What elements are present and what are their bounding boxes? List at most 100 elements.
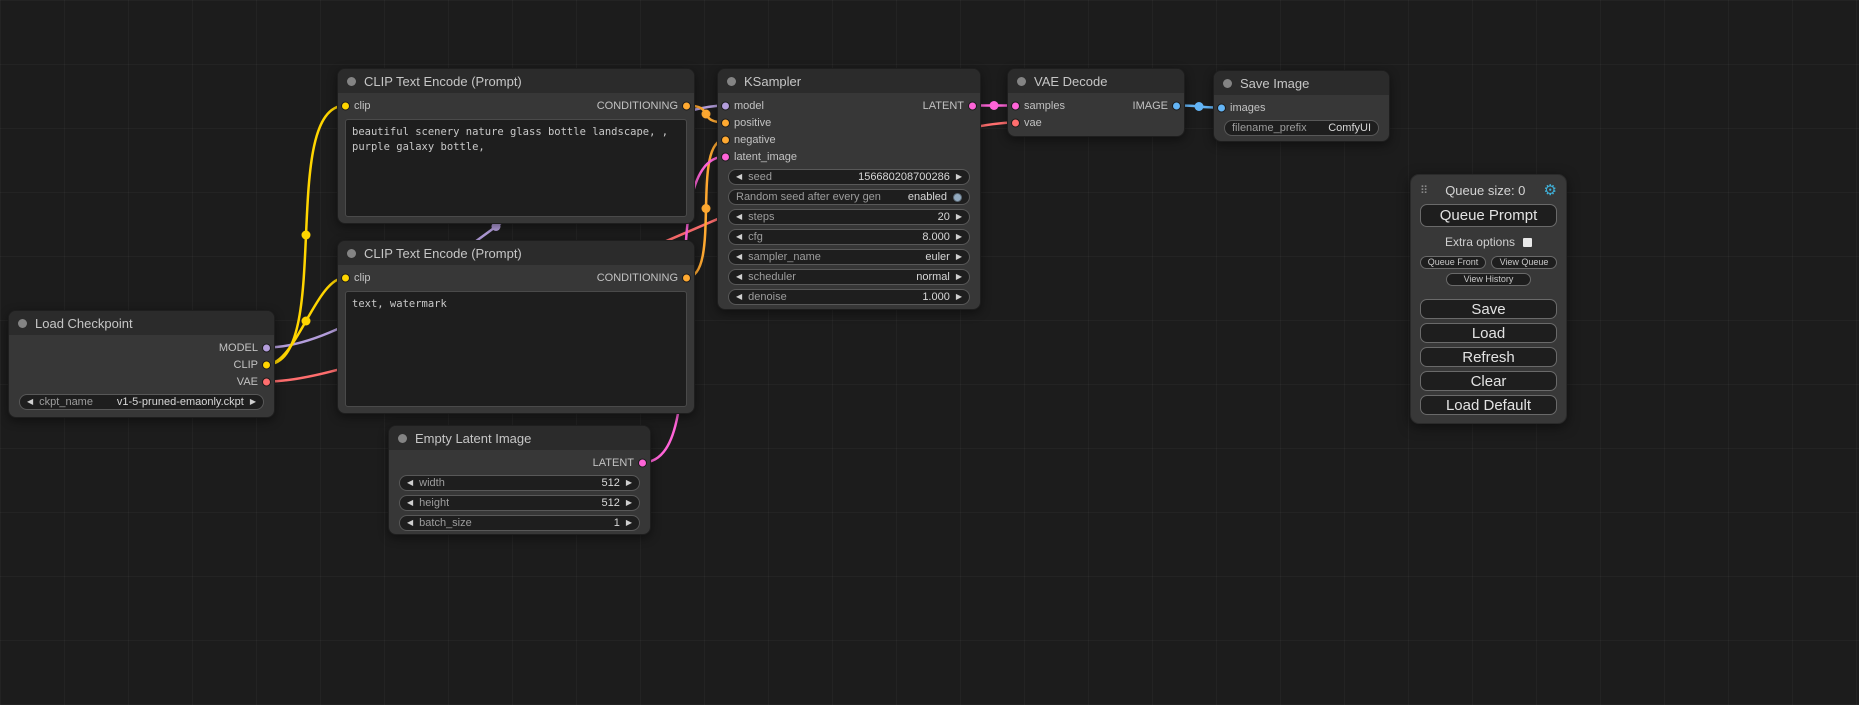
widget-random-seed[interactable]: Random seed after every gen enabled <box>728 189 970 205</box>
input-port-images[interactable] <box>1217 103 1226 112</box>
widget-steps[interactable]: ◀ steps 20 ▶ <box>728 209 970 225</box>
queue-prompt-button[interactable]: Queue Prompt <box>1420 204 1557 227</box>
widget-scheduler[interactable]: ◀ scheduler normal ▶ <box>728 269 970 285</box>
node-canvas[interactable]: Load Checkpoint MODEL CLIP VAE ◀ ckpt_na… <box>0 0 1859 705</box>
port-row: model LATENT <box>718 97 980 114</box>
left-arrow-icon[interactable]: ◀ <box>736 213 742 221</box>
queue-panel-header: ⠿ Queue size: 0 ⚙ <box>1420 181 1557 199</box>
output-port-latent[interactable] <box>638 458 647 467</box>
right-arrow-icon[interactable]: ▶ <box>956 213 962 221</box>
widget-filename-prefix[interactable]: filename_prefix ComfyUI <box>1224 120 1379 136</box>
right-arrow-icon[interactable]: ▶ <box>626 499 632 507</box>
widget-seed[interactable]: ◀ seed 156680208700286 ▶ <box>728 169 970 185</box>
node-title-bar[interactable]: CLIP Text Encode (Prompt) <box>338 241 694 265</box>
collapse-toggle-icon[interactable] <box>398 434 407 443</box>
node-title-bar[interactable]: KSampler <box>718 69 980 93</box>
input-port-clip[interactable] <box>341 273 350 282</box>
right-arrow-icon[interactable]: ▶ <box>956 273 962 281</box>
output-port-image[interactable] <box>1172 101 1181 110</box>
input-port-latent-image[interactable] <box>721 152 730 161</box>
widget-name: filename_prefix <box>1232 122 1307 134</box>
right-arrow-icon[interactable]: ▶ <box>956 233 962 241</box>
collapse-toggle-icon[interactable] <box>347 77 356 86</box>
widget-ckpt-name[interactable]: ◀ ckpt_name v1-5-pruned-emaonly.ckpt ▶ <box>19 394 264 410</box>
widget-value: ComfyUI <box>1328 122 1371 134</box>
input-port-positive[interactable] <box>721 118 730 127</box>
queue-front-button[interactable]: Queue Front <box>1420 256 1486 269</box>
left-arrow-icon[interactable]: ◀ <box>27 398 33 406</box>
right-arrow-icon[interactable]: ▶ <box>956 293 962 301</box>
widget-height[interactable]: ◀ height 512 ▶ <box>399 495 640 511</box>
view-history-button[interactable]: View History <box>1446 273 1531 286</box>
widget-sampler-name[interactable]: ◀ sampler_name euler ▶ <box>728 249 970 265</box>
port-row: samples IMAGE <box>1008 97 1184 114</box>
left-arrow-icon[interactable]: ◀ <box>736 233 742 241</box>
clear-button[interactable]: Clear <box>1420 371 1557 391</box>
left-arrow-icon[interactable]: ◀ <box>736 293 742 301</box>
left-arrow-icon[interactable]: ◀ <box>736 173 742 181</box>
widget-batch-size[interactable]: ◀ batch_size 1 ▶ <box>399 515 640 531</box>
load-default-button[interactable]: Load Default <box>1420 395 1557 415</box>
right-arrow-icon[interactable]: ▶ <box>250 398 256 406</box>
queue-buttons-row: Queue Front View Queue <box>1420 256 1557 269</box>
node-title: VAE Decode <box>1034 74 1107 89</box>
extra-options-label: Extra options <box>1445 235 1515 249</box>
widget-name: height <box>419 497 449 509</box>
input-label-clip: clip <box>354 272 371 284</box>
extra-options-checkbox[interactable] <box>1523 238 1532 247</box>
left-arrow-icon[interactable]: ◀ <box>407 499 413 507</box>
toggle-dot-icon[interactable] <box>953 193 962 202</box>
widget-width[interactable]: ◀ width 512 ▶ <box>399 475 640 491</box>
right-arrow-icon[interactable]: ▶ <box>626 519 632 527</box>
input-port-samples[interactable] <box>1011 101 1020 110</box>
output-port-conditioning[interactable] <box>682 273 691 282</box>
output-port-model[interactable] <box>262 343 271 352</box>
node-empty-latent-image[interactable]: Empty Latent Image LATENT ◀ width 512 ▶ … <box>388 425 651 535</box>
output-label-vae: VAE <box>237 376 258 388</box>
left-arrow-icon[interactable]: ◀ <box>407 479 413 487</box>
node-ksampler[interactable]: KSampler model LATENT positive negative … <box>717 68 981 310</box>
left-arrow-icon[interactable]: ◀ <box>407 519 413 527</box>
output-port-latent[interactable] <box>968 101 977 110</box>
save-button[interactable]: Save <box>1420 299 1557 319</box>
input-port-clip[interactable] <box>341 101 350 110</box>
node-clip-text-encode-positive[interactable]: CLIP Text Encode (Prompt) clip CONDITION… <box>337 68 695 224</box>
node-title-bar[interactable]: Empty Latent Image <box>389 426 650 450</box>
left-arrow-icon[interactable]: ◀ <box>736 273 742 281</box>
output-port-conditioning[interactable] <box>682 101 691 110</box>
right-arrow-icon[interactable]: ▶ <box>956 253 962 261</box>
collapse-toggle-icon[interactable] <box>1223 79 1232 88</box>
output-port-vae[interactable] <box>262 377 271 386</box>
input-port-negative[interactable] <box>721 135 730 144</box>
port-row: clip CONDITIONING <box>338 269 694 286</box>
collapse-toggle-icon[interactable] <box>1017 77 1026 86</box>
right-arrow-icon[interactable]: ▶ <box>956 173 962 181</box>
collapse-toggle-icon[interactable] <box>347 249 356 258</box>
widget-cfg[interactable]: ◀ cfg 8.000 ▶ <box>728 229 970 245</box>
left-arrow-icon[interactable]: ◀ <box>736 253 742 261</box>
collapse-toggle-icon[interactable] <box>18 319 27 328</box>
input-port-vae[interactable] <box>1011 118 1020 127</box>
collapse-toggle-icon[interactable] <box>727 77 736 86</box>
refresh-button[interactable]: Refresh <box>1420 347 1557 367</box>
prompt-textarea[interactable]: beautiful scenery nature glass bottle la… <box>345 119 687 217</box>
output-port-clip[interactable] <box>262 360 271 369</box>
widget-denoise[interactable]: ◀ denoise 1.000 ▶ <box>728 289 970 305</box>
settings-gear-icon[interactable]: ⚙ <box>1544 183 1557 198</box>
node-title-bar[interactable]: CLIP Text Encode (Prompt) <box>338 69 694 93</box>
prompt-textarea[interactable]: text, watermark <box>345 291 687 407</box>
input-label-negative: negative <box>734 134 776 146</box>
load-button[interactable]: Load <box>1420 323 1557 343</box>
node-title-bar[interactable]: Load Checkpoint <box>9 311 274 335</box>
right-arrow-icon[interactable]: ▶ <box>626 479 632 487</box>
node-clip-text-encode-negative[interactable]: CLIP Text Encode (Prompt) clip CONDITION… <box>337 240 695 414</box>
input-port-model[interactable] <box>721 101 730 110</box>
node-title-bar[interactable]: Save Image <box>1214 71 1389 95</box>
node-save-image[interactable]: Save Image images filename_prefix ComfyU… <box>1213 70 1390 142</box>
view-queue-button[interactable]: View Queue <box>1491 256 1557 269</box>
node-vae-decode[interactable]: VAE Decode samples IMAGE vae <box>1007 68 1185 137</box>
node-load-checkpoint[interactable]: Load Checkpoint MODEL CLIP VAE ◀ ckpt_na… <box>8 310 275 418</box>
node-title: CLIP Text Encode (Prompt) <box>364 246 522 261</box>
drag-handle-icon[interactable]: ⠿ <box>1420 184 1427 197</box>
node-title-bar[interactable]: VAE Decode <box>1008 69 1184 93</box>
